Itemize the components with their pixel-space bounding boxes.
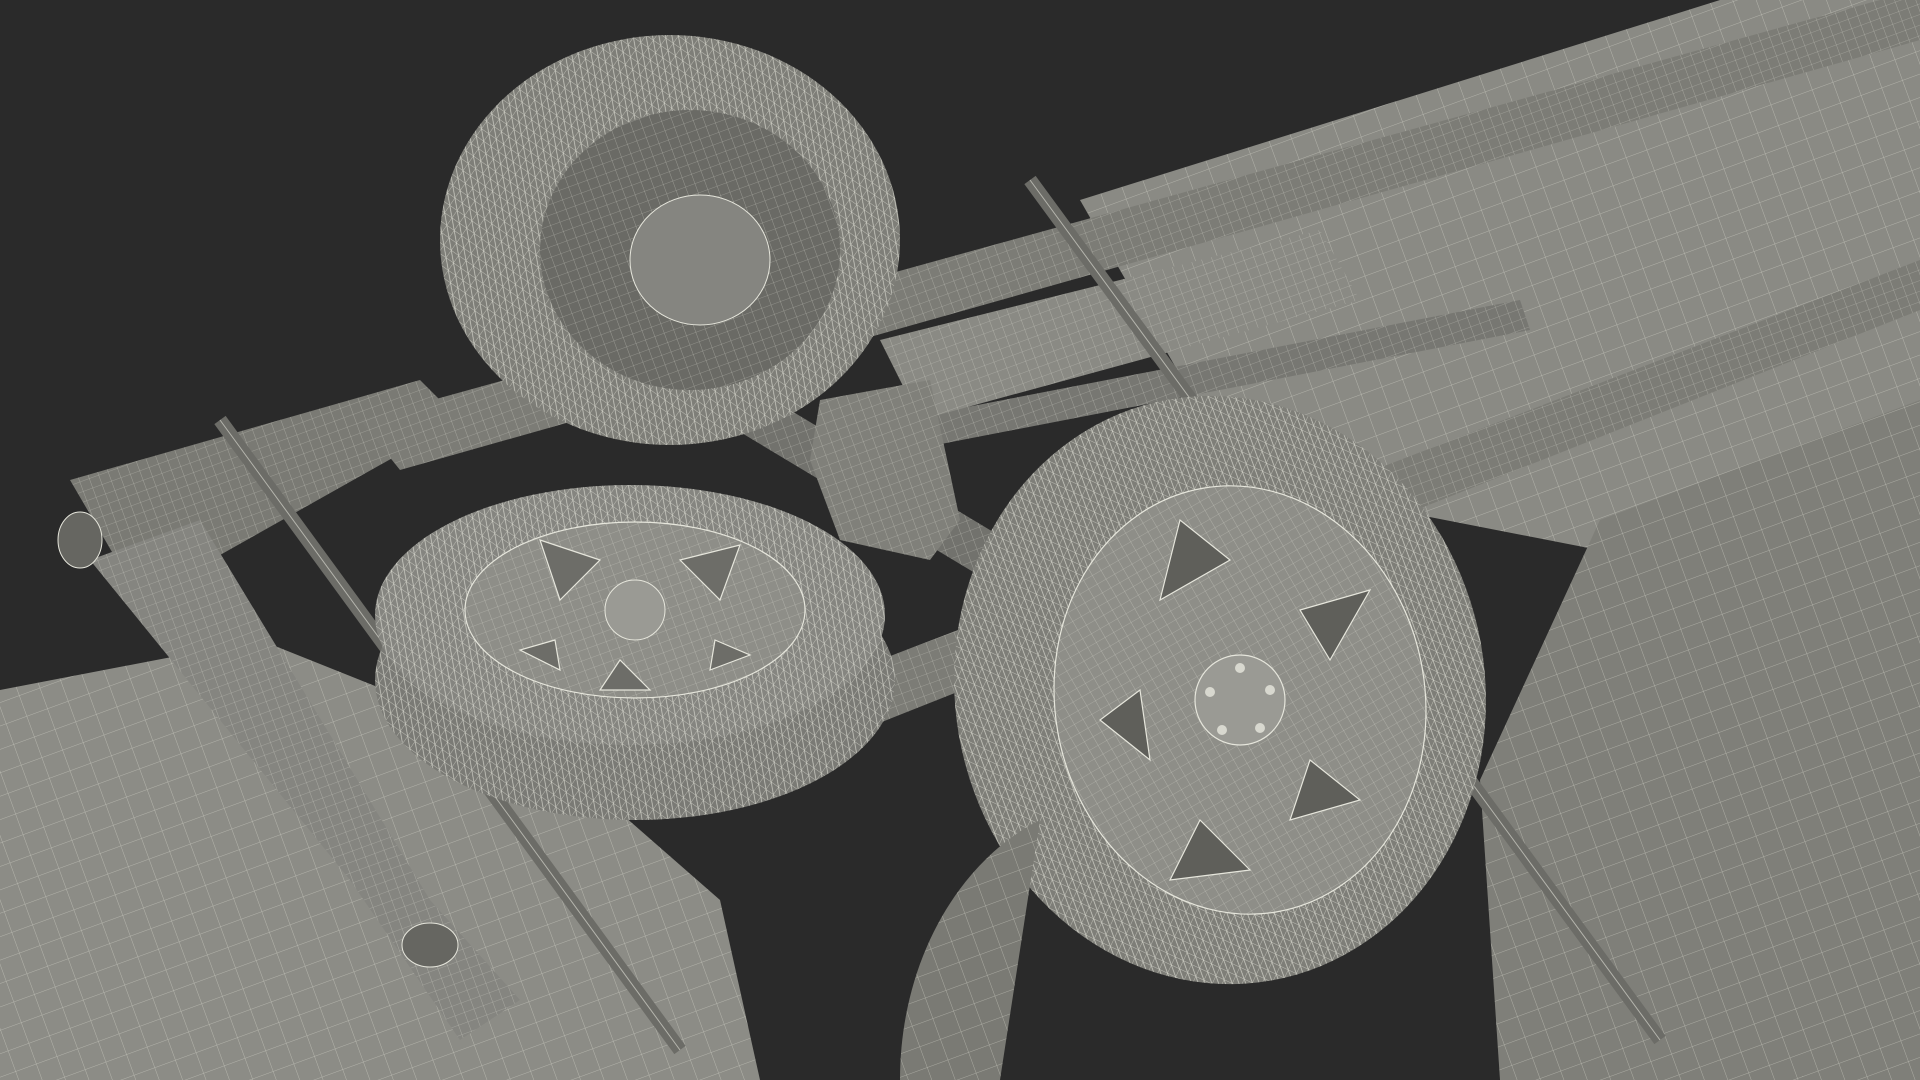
wireframe-render-canvas: [0, 0, 1920, 1080]
exhaust-tip-2: [401, 922, 459, 968]
exhaust-tip: [57, 511, 103, 569]
spare-tire: [375, 485, 895, 820]
spare-hub: [604, 579, 666, 641]
brake-drum: [629, 194, 771, 326]
upper-left-wheel: [440, 35, 900, 445]
